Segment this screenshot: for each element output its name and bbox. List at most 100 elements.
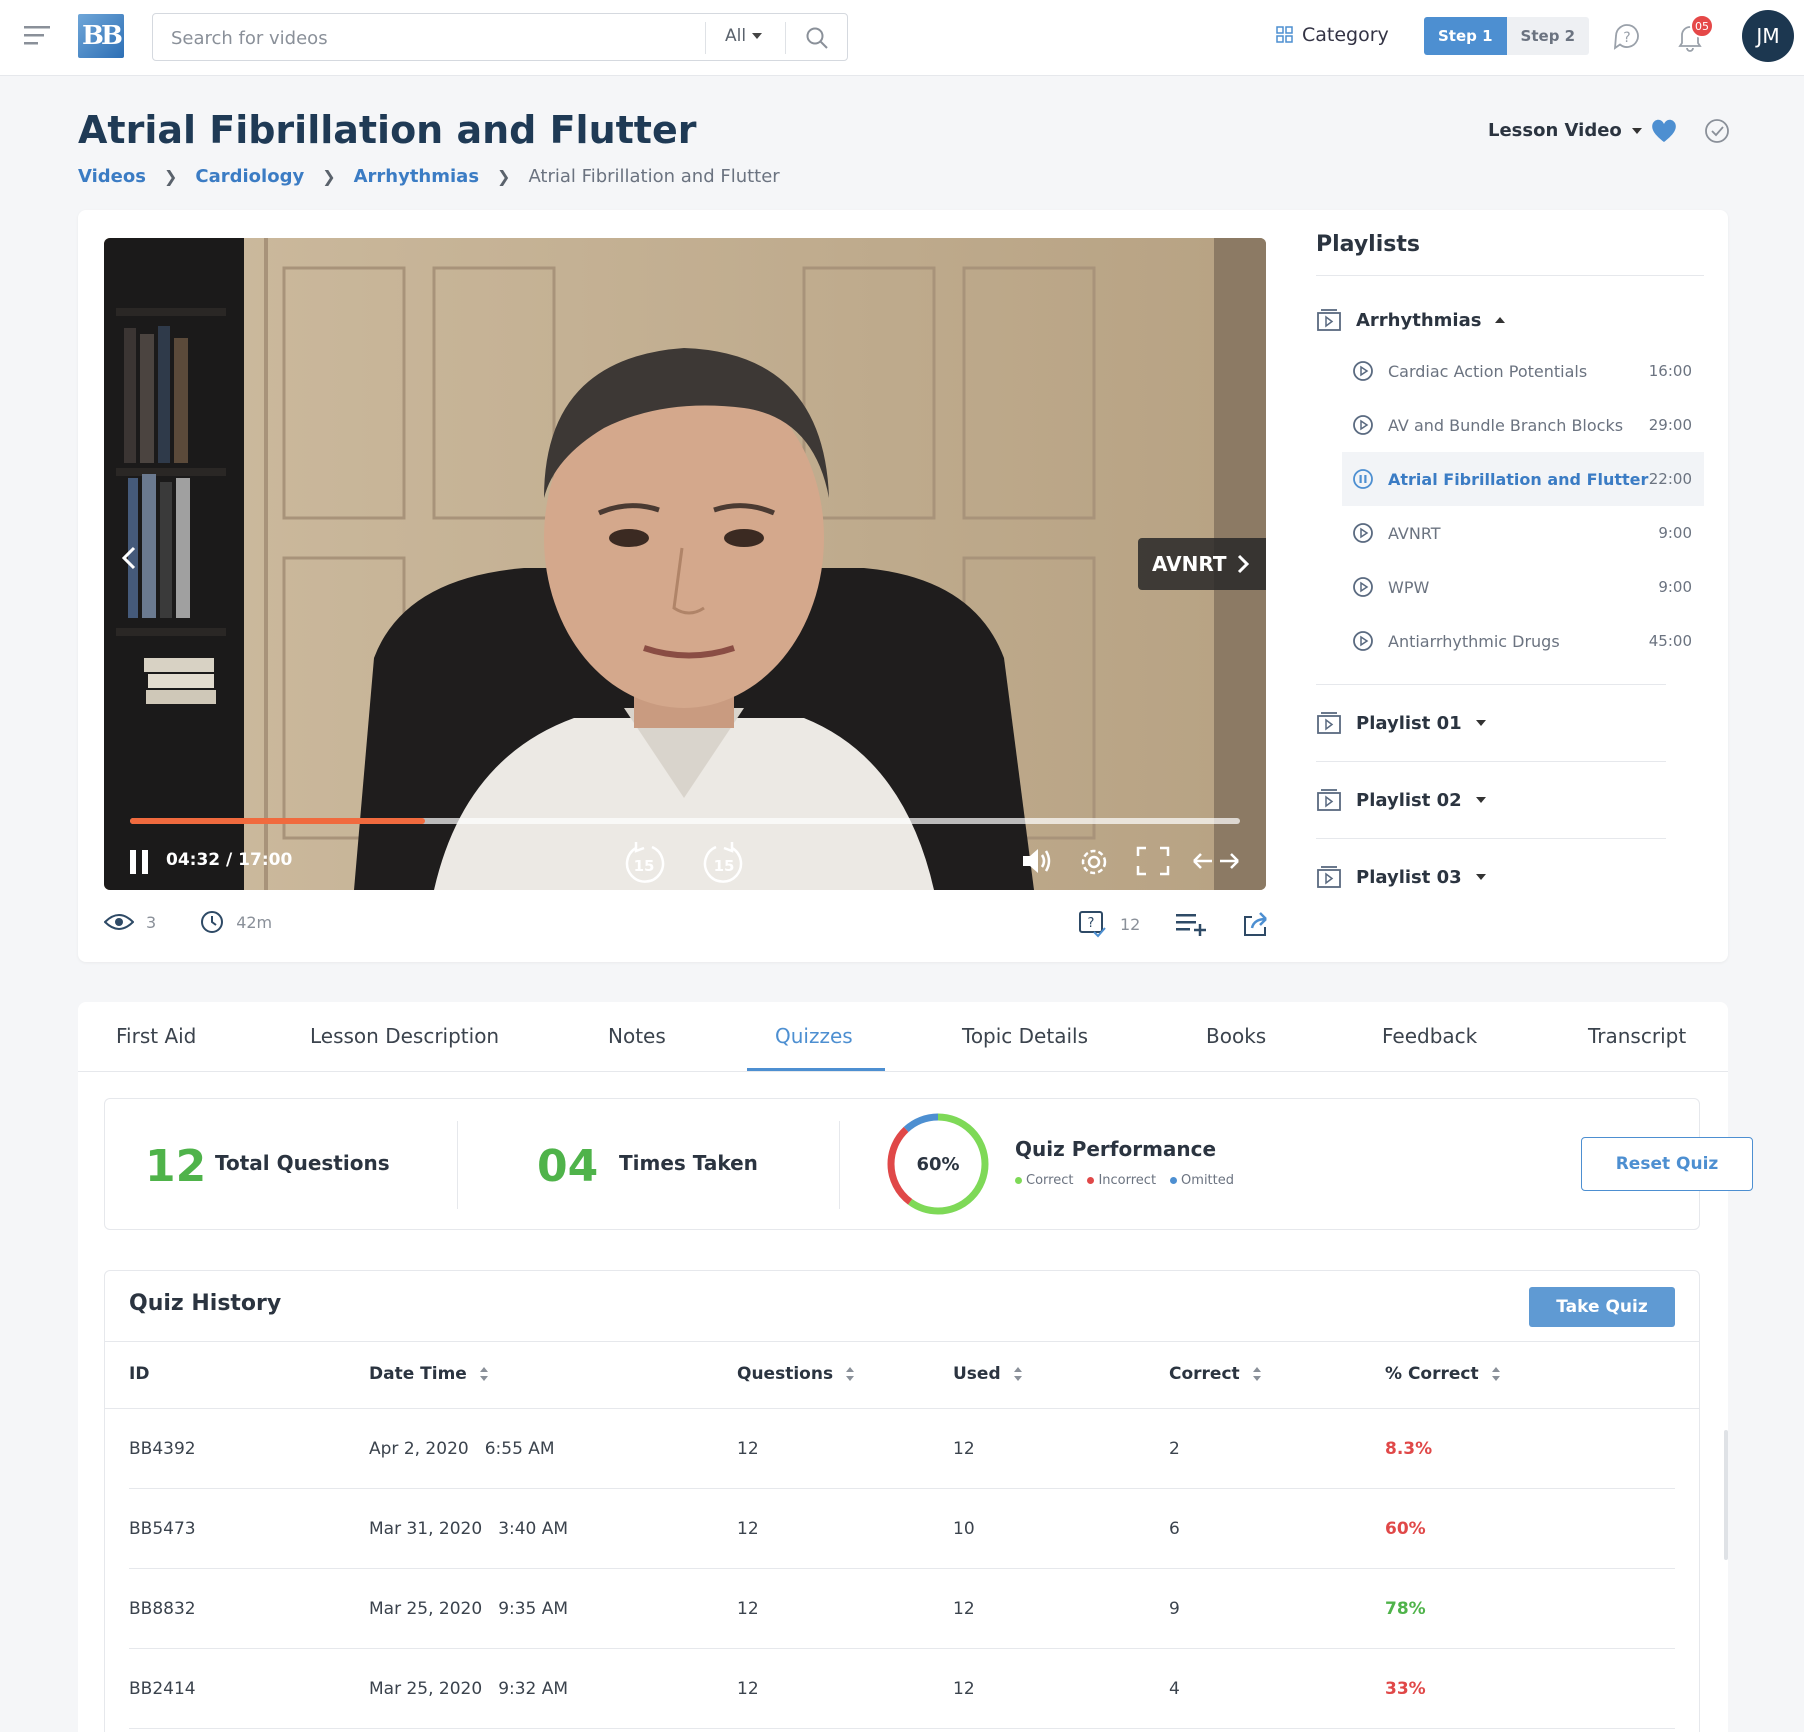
previous-video-chevron-icon[interactable]: [114, 538, 144, 578]
video-meta: 3 42m: [104, 910, 272, 934]
check-circle-icon[interactable]: [1704, 118, 1730, 144]
play-circle-icon: [1352, 414, 1374, 436]
rewind-15-icon[interactable]: 15: [622, 838, 666, 884]
share-icon[interactable]: [1242, 911, 1270, 937]
playlist-group[interactable]: Playlist 03: [1316, 859, 1704, 895]
tab-notes[interactable]: Notes: [608, 1024, 666, 1048]
fullscreen-icon[interactable]: [1136, 846, 1170, 876]
cell-datetime: Apr 2, 2020 6:55 AM: [369, 1439, 555, 1459]
avatar[interactable]: JM: [1742, 10, 1794, 62]
table-row[interactable]: BB2414 Mar 25, 2020 9:32 AM 12 12 4 33%: [105, 1649, 1699, 1729]
total-questions-label: Total Questions: [215, 1151, 390, 1175]
tab-topic-details[interactable]: Topic Details: [962, 1024, 1088, 1048]
tab-first-aid[interactable]: First Aid: [116, 1024, 196, 1048]
pause-icon[interactable]: [128, 848, 152, 876]
chevron-right-icon: ❯: [322, 167, 336, 186]
search-icon[interactable]: [805, 26, 829, 50]
quiz-history-title: Quiz History: [129, 1291, 282, 1316]
legend-label: Correct: [1026, 1173, 1074, 1188]
playlist-item[interactable]: Antiarrhythmic Drugs 45:00: [1342, 614, 1704, 668]
play-circle-icon: [1352, 522, 1374, 544]
step-1-button[interactable]: Step 1: [1424, 17, 1507, 55]
tab-feedback[interactable]: Feedback: [1382, 1024, 1477, 1048]
column-header[interactable]: % Correct: [1385, 1364, 1501, 1384]
playlist-item[interactable]: Cardiac Action Potentials 16:00: [1342, 344, 1704, 398]
cell-time: 9:32 AM: [498, 1679, 569, 1699]
logo[interactable]: BB: [78, 14, 124, 58]
hamburger-menu-icon[interactable]: [24, 24, 52, 48]
playlist-icon: [1317, 309, 1341, 331]
total-questions-value: 12: [145, 1141, 207, 1192]
view-selector-dropdown[interactable]: Lesson Video: [1488, 120, 1642, 141]
table-row[interactable]: BB5473 Mar 31, 2020 3:40 AM 12 10 6 60%: [105, 1489, 1699, 1569]
other-playlists: Playlist 01 Playlist 02 Playlist 03: [1316, 685, 1704, 915]
rewind-15-label: 15: [634, 857, 655, 875]
breadcrumb-cardiology[interactable]: Cardiology: [195, 166, 304, 187]
playlist-item[interactable]: Atrial Fibrillation and Flutter 22:00: [1342, 452, 1704, 506]
cell-date: Mar 25, 2020: [369, 1679, 483, 1699]
cell-correct: 6: [1169, 1519, 1180, 1539]
search-divider: [705, 22, 706, 54]
tab-lesson-description[interactable]: Lesson Description: [310, 1024, 499, 1048]
stat-divider: [839, 1121, 840, 1209]
search-input[interactable]: [171, 24, 671, 52]
sort-icon[interactable]: [1013, 1366, 1023, 1382]
play-circle-icon: [1352, 360, 1374, 382]
add-to-playlist-icon[interactable]: [1176, 912, 1207, 936]
search-scope-label: All: [725, 26, 747, 46]
cell-questions: 12: [737, 1439, 759, 1459]
sort-icon[interactable]: [845, 1366, 855, 1382]
sort-icon[interactable]: [1252, 1366, 1262, 1382]
column-header[interactable]: Correct: [1169, 1364, 1262, 1384]
times-taken-label: Times Taken: [619, 1151, 758, 1175]
category-button[interactable]: Category: [1276, 24, 1389, 46]
reset-quiz-button[interactable]: Reset Quiz: [1581, 1137, 1753, 1191]
caret-down-icon: [752, 33, 763, 39]
progress-bar[interactable]: [130, 818, 1240, 824]
legend-dot: [1170, 1177, 1178, 1184]
take-quiz-button[interactable]: Take Quiz: [1529, 1287, 1675, 1327]
video-frame: [104, 238, 1266, 890]
heart-icon[interactable]: [1650, 118, 1678, 144]
column-header[interactable]: Questions: [737, 1364, 855, 1384]
search-divider: [785, 22, 786, 54]
tab-transcript[interactable]: Transcript: [1588, 1024, 1686, 1048]
playlist-group-arrhythmias[interactable]: Arrhythmias: [1316, 302, 1704, 338]
breadcrumb-videos[interactable]: Videos: [78, 166, 146, 187]
playlist-item[interactable]: AV and Bundle Branch Blocks 29:00: [1342, 398, 1704, 452]
tab-books[interactable]: Books: [1206, 1024, 1266, 1048]
playlist-item[interactable]: AVNRT 9:00: [1342, 506, 1704, 560]
forward-15-icon[interactable]: 15: [702, 838, 746, 884]
playlist-item[interactable]: WPW 9:00: [1342, 560, 1704, 614]
quiz-performance-legend: Correct Incorrect Omitted: [1015, 1173, 1234, 1188]
column-header[interactable]: Date Time: [369, 1364, 489, 1384]
quiz-questions-button[interactable]: ? 12: [1078, 910, 1140, 938]
playlist-item-duration: 29:00: [1648, 416, 1692, 434]
column-header[interactable]: Used: [953, 1364, 1023, 1384]
progress-bar-fill: [130, 818, 426, 824]
playlist-group[interactable]: Playlist 02: [1316, 782, 1704, 818]
settings-gear-icon[interactable]: [1078, 846, 1110, 878]
sort-icon[interactable]: [479, 1366, 489, 1382]
step-toggle: Step 1 Step 2: [1424, 17, 1590, 55]
tab-quizzes[interactable]: Quizzes: [775, 1024, 853, 1048]
eye-icon: [104, 914, 134, 930]
playlist-group[interactable]: Playlist 01: [1316, 705, 1704, 741]
table-row[interactable]: BB8832 Mar 25, 2020 9:35 AM 12 12 9 78%: [105, 1569, 1699, 1649]
theater-mode-arrows-icon[interactable]: [1192, 848, 1240, 874]
search-scope-dropdown[interactable]: All: [725, 26, 763, 46]
scrollbar-thumb[interactable]: [1724, 1430, 1728, 1560]
help-icon[interactable]: ?: [1612, 22, 1642, 52]
breadcrumb-arrhythmias[interactable]: Arrhythmias: [354, 166, 479, 187]
video-player[interactable]: AVNRT 04:32 / 17:00 15 15: [104, 238, 1266, 890]
cell-id: BB4392: [129, 1439, 196, 1459]
sort-icon[interactable]: [1491, 1366, 1501, 1382]
volume-icon[interactable]: [1020, 846, 1054, 876]
tab-bar: First Aid Lesson Description Notes Quizzes T…: [78, 1002, 1728, 1072]
table-row[interactable]: BB4392 Apr 2, 2020 6:55 AM 12 12 2 8.3%: [105, 1409, 1699, 1489]
step-2-button[interactable]: Step 2: [1506, 17, 1590, 55]
next-video-button[interactable]: AVNRT: [1138, 538, 1266, 590]
row-divider: [129, 1728, 1675, 1729]
